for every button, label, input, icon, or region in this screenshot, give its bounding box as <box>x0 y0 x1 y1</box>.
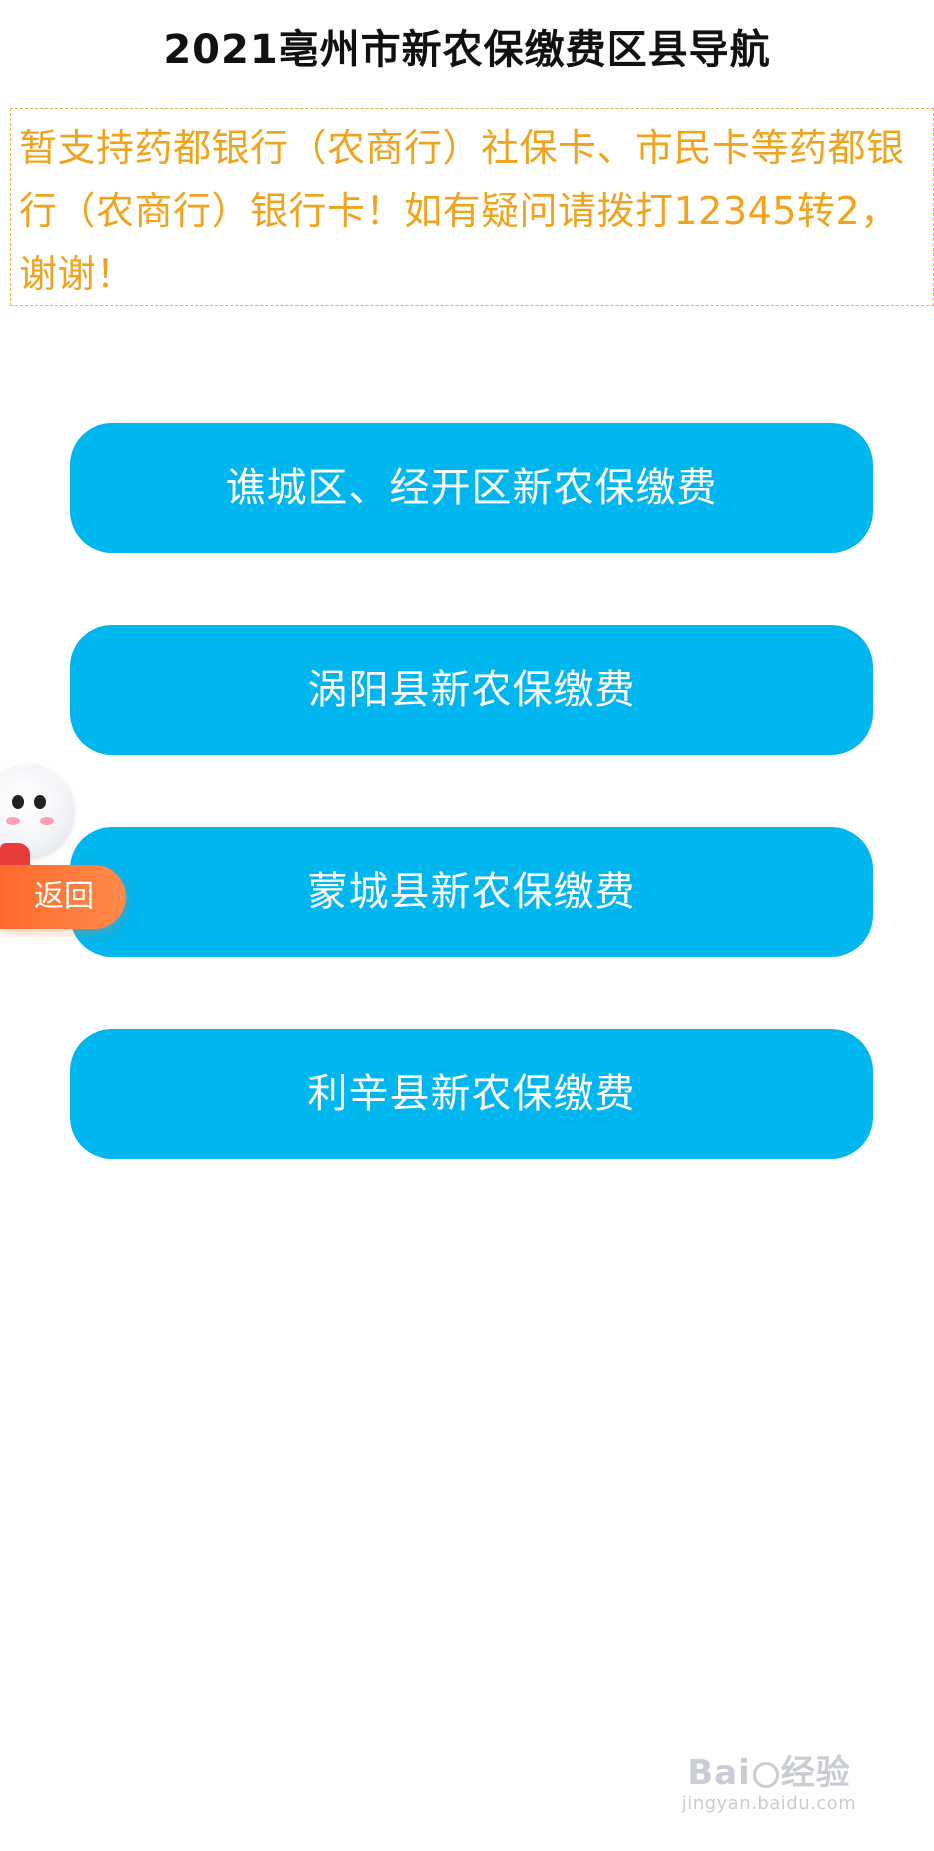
nav-button-lixin[interactable]: 利辛县新农保缴费 <box>70 1029 873 1159</box>
mascot-eye-right <box>34 795 46 809</box>
page-title: 2021亳州市新农保缴费区县导航 <box>163 27 771 73</box>
nav-button-mengcheng[interactable]: 蒙城县新农保缴费 <box>70 827 873 957</box>
mascot-blush-right <box>40 817 54 825</box>
notice-box: 暂支持药都银行（农商行）社保卡、市民卡等药都银行（农商行）银行卡！如有疑问请拨打… <box>10 108 934 306</box>
watermark-logo-left: Bai <box>687 1753 751 1793</box>
nav-button-guoyang[interactable]: 涡阳县新农保缴费 <box>70 625 873 755</box>
back-button[interactable]: 返回 <box>0 865 126 929</box>
mascot-eye-left <box>12 795 24 809</box>
watermark-url: jingyan.baidu.com <box>681 1793 857 1814</box>
floating-back-widget: 返回 <box>0 765 135 940</box>
nav-button-qiaocheng[interactable]: 谯城区、经开区新农保缴费 <box>70 423 873 553</box>
notice-text: 暂支持药都银行（农商行）社保卡、市民卡等药都银行（农商行）银行卡！如有疑问请拨打… <box>19 126 905 296</box>
baidu-paw-icon <box>752 1761 779 1788</box>
district-nav-list: 谯城区、经开区新农保缴费 涡阳县新农保缴费 蒙城县新农保缴费 利辛县新农保缴费 <box>70 423 873 1231</box>
watermark-logo-right: 经验 <box>780 1753 851 1793</box>
baidu-jingyan-watermark: Bai 经验 jingyan.baidu.com <box>659 1753 879 1815</box>
mascot-blush-left <box>6 817 20 825</box>
watermark-logo: Bai 经验 <box>659 1753 879 1793</box>
